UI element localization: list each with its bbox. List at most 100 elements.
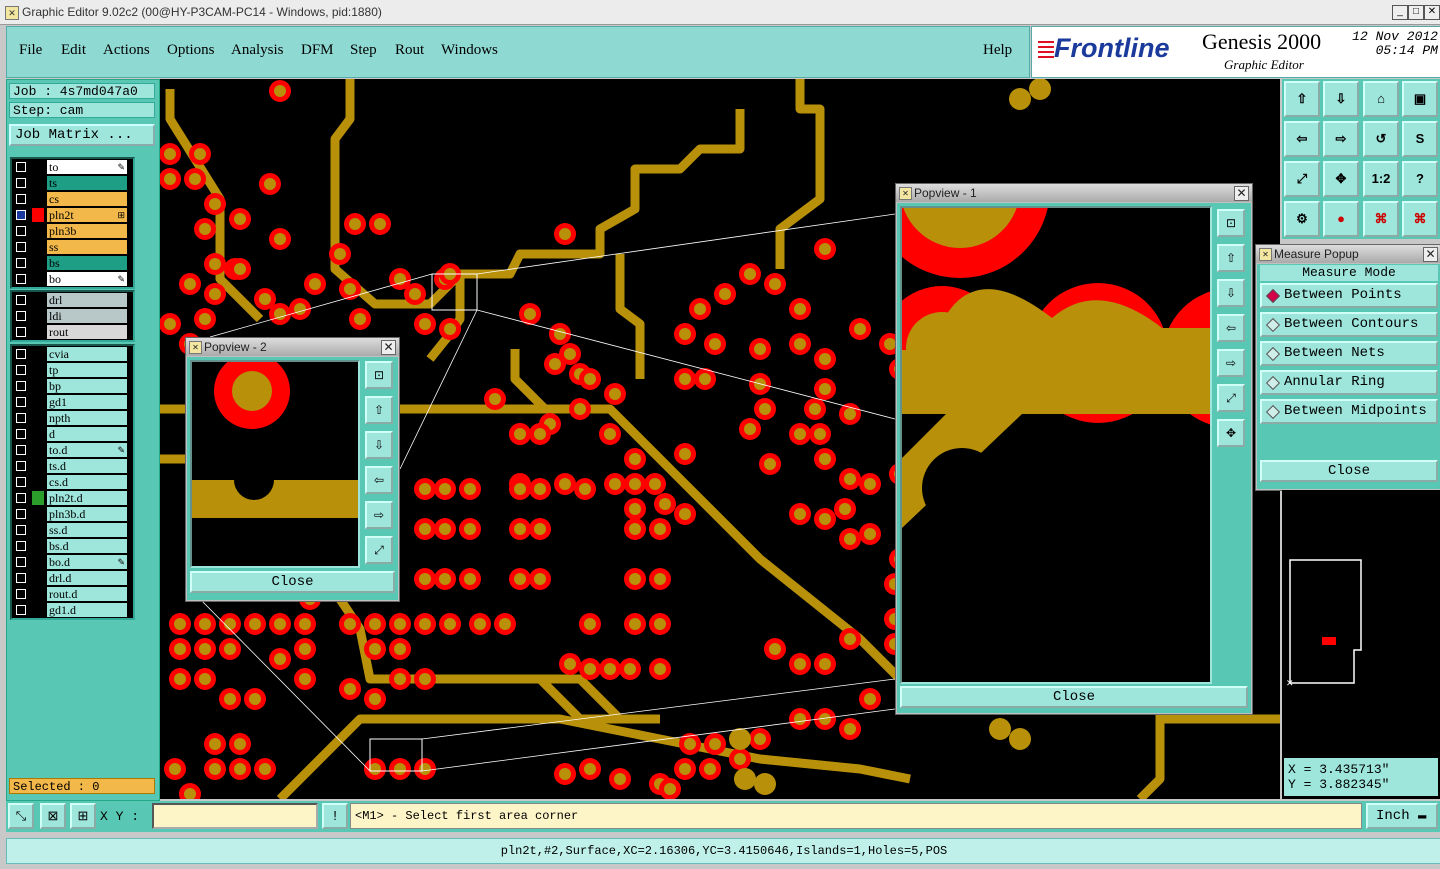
help-icon[interactable]: ? — [1402, 161, 1438, 197]
layer-row-bs[interactable]: bs — [12, 255, 133, 271]
layer-checkbox[interactable] — [16, 429, 26, 439]
layer-checkbox[interactable] — [16, 589, 26, 599]
layer-checkbox[interactable] — [16, 477, 26, 487]
pv1-zoom-fit-icon[interactable]: ⤢ — [1217, 384, 1245, 412]
popview-2-close-icon[interactable]: ✕ — [381, 340, 396, 355]
layer-name[interactable]: ts — [47, 176, 127, 190]
layer-row-ts[interactable]: ts — [12, 175, 133, 191]
layer-name[interactable]: ss.d — [47, 523, 127, 537]
popview-2-close-button[interactable]: Close — [190, 571, 395, 593]
pv2-zoom-fit-icon[interactable]: ⤢ — [365, 536, 393, 564]
layer-name[interactable]: to.d ✎ — [47, 443, 127, 457]
layer-row-cvia[interactable]: cvia — [12, 346, 133, 362]
menu-dfm[interactable]: DFM — [301, 42, 334, 59]
layer-row-rout.d[interactable]: rout.d — [12, 586, 133, 602]
alert-icon[interactable]: ! — [322, 803, 348, 829]
layer-row-d[interactable]: d — [12, 426, 133, 442]
layer-checkbox[interactable] — [16, 381, 26, 391]
measure-popup-close-icon[interactable]: ✕ — [1423, 247, 1438, 262]
menu-analysis[interactable]: Analysis — [231, 42, 284, 59]
zoom-ratio-button[interactable]: 1:2 — [1363, 161, 1399, 197]
layer-checkbox[interactable] — [16, 461, 26, 471]
layer-name[interactable]: bp — [47, 379, 127, 393]
layer-row-bp[interactable]: bp — [12, 378, 133, 394]
layer-row-npth[interactable]: npth — [12, 410, 133, 426]
layer-row-pln2t[interactable]: pln2t ⊞ — [12, 207, 133, 223]
zoom-fit-icon[interactable]: ⤢ — [1284, 161, 1320, 197]
menu-step[interactable]: Step — [350, 42, 377, 59]
layer-row-ss[interactable]: ss — [12, 239, 133, 255]
layer-name[interactable]: bo.d ✎ — [47, 555, 127, 569]
layer-checkbox[interactable] — [16, 349, 26, 359]
settings-icon[interactable]: ⚙ — [1284, 201, 1320, 237]
layer-checkbox[interactable] — [16, 605, 26, 615]
layer-name[interactable]: drl.d — [47, 571, 127, 585]
layer-checkbox[interactable] — [16, 226, 26, 236]
layer-name[interactable]: drl — [47, 293, 127, 307]
layer-checkbox[interactable] — [16, 365, 26, 375]
menu-file[interactable]: File — [19, 42, 42, 59]
layer-row-rout[interactable]: rout — [12, 324, 133, 340]
layer-row-tp[interactable]: tp — [12, 362, 133, 378]
layer-checkbox[interactable] — [16, 525, 26, 535]
layer-checkbox[interactable] — [16, 557, 26, 567]
layer-row-drl.d[interactable]: drl.d — [12, 570, 133, 586]
pan-left-icon[interactable]: ⇦ — [1284, 121, 1320, 157]
layer-checkbox[interactable] — [16, 258, 26, 268]
xy-input[interactable] — [152, 803, 318, 829]
layer-checkbox[interactable] — [16, 445, 26, 455]
menu-actions[interactable]: Actions — [103, 42, 150, 59]
popview-1-close-button[interactable]: Close — [900, 686, 1248, 708]
layer-row-ss.d[interactable]: ss.d — [12, 522, 133, 538]
popview-2-titlebar[interactable]: ✕ Popview - 2 ✕ — [186, 338, 399, 356]
layer-row-ldi[interactable]: ldi — [12, 308, 133, 324]
units-selector[interactable]: Inch ▬ — [1366, 803, 1438, 829]
layer-checkbox[interactable] — [16, 162, 26, 172]
layer-row-to[interactable]: to ✎ — [12, 159, 133, 175]
layer-checkbox[interactable] — [16, 541, 26, 551]
measure-popup-titlebar[interactable]: ✕ Measure Popup ✕ — [1256, 245, 1440, 263]
home-icon[interactable]: ⌂ — [1363, 81, 1399, 117]
layer-checkbox[interactable] — [16, 210, 26, 220]
layer-name[interactable]: pln3b — [47, 224, 127, 238]
zoom-center-icon[interactable]: ✥ — [1323, 161, 1359, 197]
layer-row-cs[interactable]: cs — [12, 191, 133, 207]
popview-2-viewport[interactable] — [190, 360, 360, 568]
layer-name[interactable]: to ✎ — [47, 160, 127, 174]
pv1-zoom-window-icon[interactable]: ⊡ — [1217, 209, 1245, 237]
layer-row-to.d[interactable]: to.d ✎ — [12, 442, 133, 458]
layer-name[interactable]: rout.d — [47, 587, 127, 601]
layer-checkbox[interactable] — [16, 493, 26, 503]
board-overview[interactable]: ✕ — [1286, 548, 1436, 688]
layer-name[interactable]: cvia — [47, 347, 127, 361]
layer-name[interactable]: cs — [47, 192, 127, 206]
pv1-pan-down-icon[interactable]: ⇩ — [1217, 279, 1245, 307]
layer-name[interactable]: ldi — [47, 309, 127, 323]
pan-down-icon[interactable]: ⇩ — [1323, 81, 1359, 117]
menu-edit[interactable]: Edit — [61, 42, 86, 59]
grid-snap-icon[interactable]: ⊠ — [40, 803, 66, 829]
layer-checkbox[interactable] — [16, 295, 26, 305]
pv1-pan-right-icon[interactable]: ⇨ — [1217, 349, 1245, 377]
pv2-pan-left-icon[interactable]: ⇦ — [365, 466, 393, 494]
popview-1-close-icon[interactable]: ✕ — [1234, 186, 1249, 201]
layer-name[interactable]: pln2t ⊞ — [47, 208, 127, 222]
layer-row-cs.d[interactable]: cs.d — [12, 474, 133, 490]
pan-right-icon[interactable]: ⇨ — [1323, 121, 1359, 157]
minimize-button[interactable]: _ — [1392, 5, 1408, 20]
snap-mode-icon[interactable]: ⤡ — [8, 803, 34, 829]
layer-checkbox[interactable] — [16, 242, 26, 252]
layer-row-pln3b.d[interactable]: pln3b.d — [12, 506, 133, 522]
layer-name[interactable]: gd1.d — [47, 603, 127, 617]
layer-row-ts.d[interactable]: ts.d — [12, 458, 133, 474]
close-window-button[interactable]: ✕ — [1424, 5, 1440, 20]
menu-help[interactable]: Help — [983, 42, 1012, 59]
job-matrix-button[interactable]: Job Matrix ... — [9, 124, 155, 146]
layer-name[interactable]: tp — [47, 363, 127, 377]
pv1-pan-left-icon[interactable]: ⇦ — [1217, 314, 1245, 342]
layer-row-gd1[interactable]: gd1 — [12, 394, 133, 410]
pv1-zoom-center-icon[interactable]: ✥ — [1217, 419, 1245, 447]
layer-checkbox[interactable] — [16, 509, 26, 519]
layer-row-pln3b[interactable]: pln3b — [12, 223, 133, 239]
layer-name[interactable]: pln2t.d — [47, 491, 127, 505]
